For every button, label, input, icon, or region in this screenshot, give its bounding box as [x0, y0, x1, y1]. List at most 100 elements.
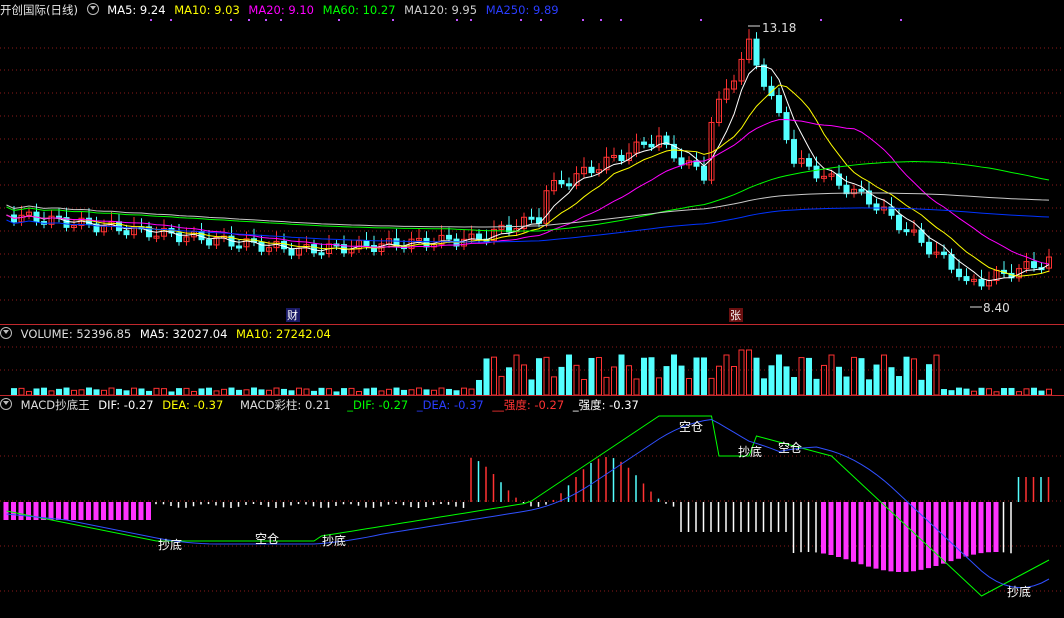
candle — [566, 183, 572, 187]
signal-empty: 空仓 — [679, 420, 703, 434]
volume-bar — [918, 379, 925, 396]
event-dot — [170, 19, 172, 21]
volume-bar — [318, 387, 325, 396]
volume-bar — [18, 387, 25, 396]
volume-bar — [896, 376, 902, 396]
volume-bar — [926, 364, 932, 396]
signal-empty: 空仓 — [778, 441, 802, 455]
candle — [963, 276, 970, 282]
volume-bar — [648, 357, 655, 396]
volume-bar — [483, 358, 490, 396]
event-dot — [392, 19, 394, 21]
volume-bar — [618, 354, 625, 396]
volume-bar — [131, 387, 137, 396]
volume-bar — [228, 387, 235, 396]
volume-bar — [633, 378, 640, 396]
volume-bar — [911, 358, 917, 396]
event-dot — [456, 19, 458, 21]
candle — [791, 139, 797, 164]
candle — [288, 248, 295, 256]
event-dot — [620, 19, 622, 21]
candle — [363, 240, 370, 247]
candle — [783, 112, 790, 141]
volume-bar — [768, 365, 775, 396]
candle — [618, 154, 625, 162]
event-dot — [582, 19, 584, 21]
volume-bar — [858, 358, 865, 396]
candle — [956, 268, 962, 278]
event-dot — [820, 19, 822, 21]
candle — [701, 165, 707, 181]
volume-bar — [551, 376, 557, 396]
ma20-line — [6, 119, 1050, 265]
candle — [753, 38, 760, 66]
volume-bar — [813, 378, 820, 396]
volume-bar — [491, 356, 497, 396]
event-dot — [900, 19, 902, 21]
volume-bar — [686, 377, 692, 396]
volume-bar — [701, 357, 707, 396]
volume-bar — [798, 357, 805, 396]
signal-buy: 抄底 — [1007, 584, 1031, 599]
event-dot — [230, 19, 232, 21]
candle — [588, 166, 595, 174]
volume-bar — [461, 387, 467, 396]
candle — [776, 95, 782, 114]
volume-bar — [1031, 387, 1037, 396]
candle — [858, 188, 865, 192]
volume-bar — [843, 376, 850, 396]
volume-bar — [656, 377, 662, 396]
candle — [941, 251, 947, 256]
volume-bar — [903, 356, 910, 396]
candle — [768, 85, 775, 97]
volume-bar — [581, 378, 587, 396]
volume-bar — [183, 387, 190, 396]
volume-bar — [738, 349, 745, 396]
signal-buy: 抄底 — [738, 444, 762, 459]
volume-chart[interactable] — [0, 325, 1064, 396]
candle — [318, 252, 325, 256]
ma10-line — [6, 84, 1050, 277]
candle — [206, 239, 212, 246]
event-dot — [600, 19, 602, 21]
volume-bar — [371, 387, 377, 396]
event-dot — [470, 19, 472, 21]
volume-bar — [476, 379, 482, 396]
candle — [678, 157, 685, 166]
volume-bar — [596, 357, 602, 396]
candle — [311, 244, 317, 254]
volume-bar — [273, 387, 280, 396]
volume-bar — [528, 379, 535, 396]
event-dot — [265, 19, 267, 21]
candle — [761, 64, 767, 87]
volume-bar — [86, 387, 92, 396]
marker-cai: 财 — [287, 308, 298, 322]
volume-bar — [956, 387, 962, 396]
candle — [281, 240, 287, 250]
volume-bar — [978, 387, 985, 396]
candle — [843, 184, 850, 195]
volume-bar — [881, 354, 887, 396]
low-price-label: 8.40 — [983, 301, 1010, 315]
volume-bar — [63, 387, 70, 396]
volume-bar — [603, 376, 610, 396]
price-chart[interactable]: 13.18 8.40 财 张 — [0, 0, 1064, 325]
volume-bar — [296, 387, 302, 396]
volume-bar — [776, 354, 782, 396]
macd-chart[interactable]: 抄底 空仓 抄底空仓抄底 空仓抄底 — [0, 396, 1064, 618]
volume-bar — [438, 387, 445, 396]
candle — [648, 143, 655, 148]
volume-bar — [416, 387, 422, 396]
candle — [446, 234, 452, 240]
candle — [806, 158, 812, 167]
event-dot — [700, 19, 702, 21]
candle — [903, 229, 910, 233]
volume-bar — [836, 366, 842, 396]
volume-bar — [828, 354, 835, 396]
volume-bar — [888, 367, 895, 396]
candle — [948, 254, 955, 270]
candle — [558, 180, 565, 185]
volume-bar — [678, 365, 685, 396]
volume-bar — [521, 364, 527, 396]
event-dot — [520, 19, 522, 21]
